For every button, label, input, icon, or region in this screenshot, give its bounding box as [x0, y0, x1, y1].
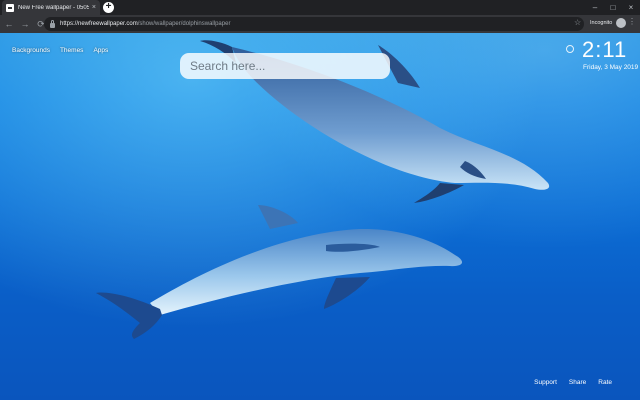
address-bar[interactable]: https://newfreewallpaper.com/show/wallpa… [44, 17, 584, 31]
back-arrow-icon[interactable]: ← [2, 17, 16, 31]
browser-menu-icon[interactable]: ⋮ [628, 18, 636, 26]
close-window-button[interactable]: × [622, 0, 640, 15]
tab-favicon-icon [6, 3, 14, 12]
incognito-profile[interactable]: Incognito [590, 18, 627, 28]
clock-date: Friday, 3 May 2019 [583, 64, 639, 71]
url-text: https://newfreewallpaper.com/show/wallpa… [60, 21, 230, 27]
dolphins-wallpaper [96, 40, 550, 339]
tab-title: New Free wallpaper - 0505200... [18, 4, 89, 11]
lock-icon [50, 19, 55, 28]
new-tab-page: Backgrounds Themes Apps 2:11 Friday, 3 M… [0, 33, 640, 400]
window-controls: – □ × [586, 0, 640, 15]
rate-link[interactable]: Rate [598, 379, 612, 386]
search-input[interactable] [190, 59, 380, 73]
new-tab-button[interactable]: + [103, 2, 114, 13]
nav-link-backgrounds[interactable]: Backgrounds [12, 47, 50, 54]
clock-icon[interactable] [566, 45, 574, 53]
share-link[interactable]: Share [569, 379, 586, 386]
browser-toolbar: ← → ⟳ https://newfreewallpaper.com/show/… [0, 15, 640, 33]
nav-link-themes[interactable]: Themes [60, 47, 83, 54]
browser-tab[interactable]: New Free wallpaper - 0505200... × [2, 0, 100, 15]
maximize-button[interactable]: □ [604, 0, 622, 15]
forward-arrow-icon[interactable]: → [18, 17, 32, 31]
nav-link-apps[interactable]: Apps [93, 47, 108, 54]
support-link[interactable]: Support [534, 379, 557, 386]
footer-links: Support Share Rate [534, 379, 612, 386]
url-path: /show/wallpaper/dolphinswallpaper [137, 21, 231, 27]
tab-strip: New Free wallpaper - 0505200... × + – □ … [0, 0, 640, 15]
top-nav: Backgrounds Themes Apps [12, 47, 108, 54]
clock-time: 2:11 [582, 37, 628, 62]
incognito-avatar-icon [616, 18, 627, 28]
lower-dolphin [96, 205, 463, 339]
search-box [180, 53, 390, 79]
tab-close-icon[interactable]: × [92, 4, 96, 11]
url-host: https://newfreewallpaper.com [60, 21, 138, 27]
bookmark-star-icon[interactable]: ☆ [574, 18, 581, 27]
minimize-button[interactable]: – [586, 0, 604, 15]
incognito-label: Incognito [590, 20, 613, 26]
